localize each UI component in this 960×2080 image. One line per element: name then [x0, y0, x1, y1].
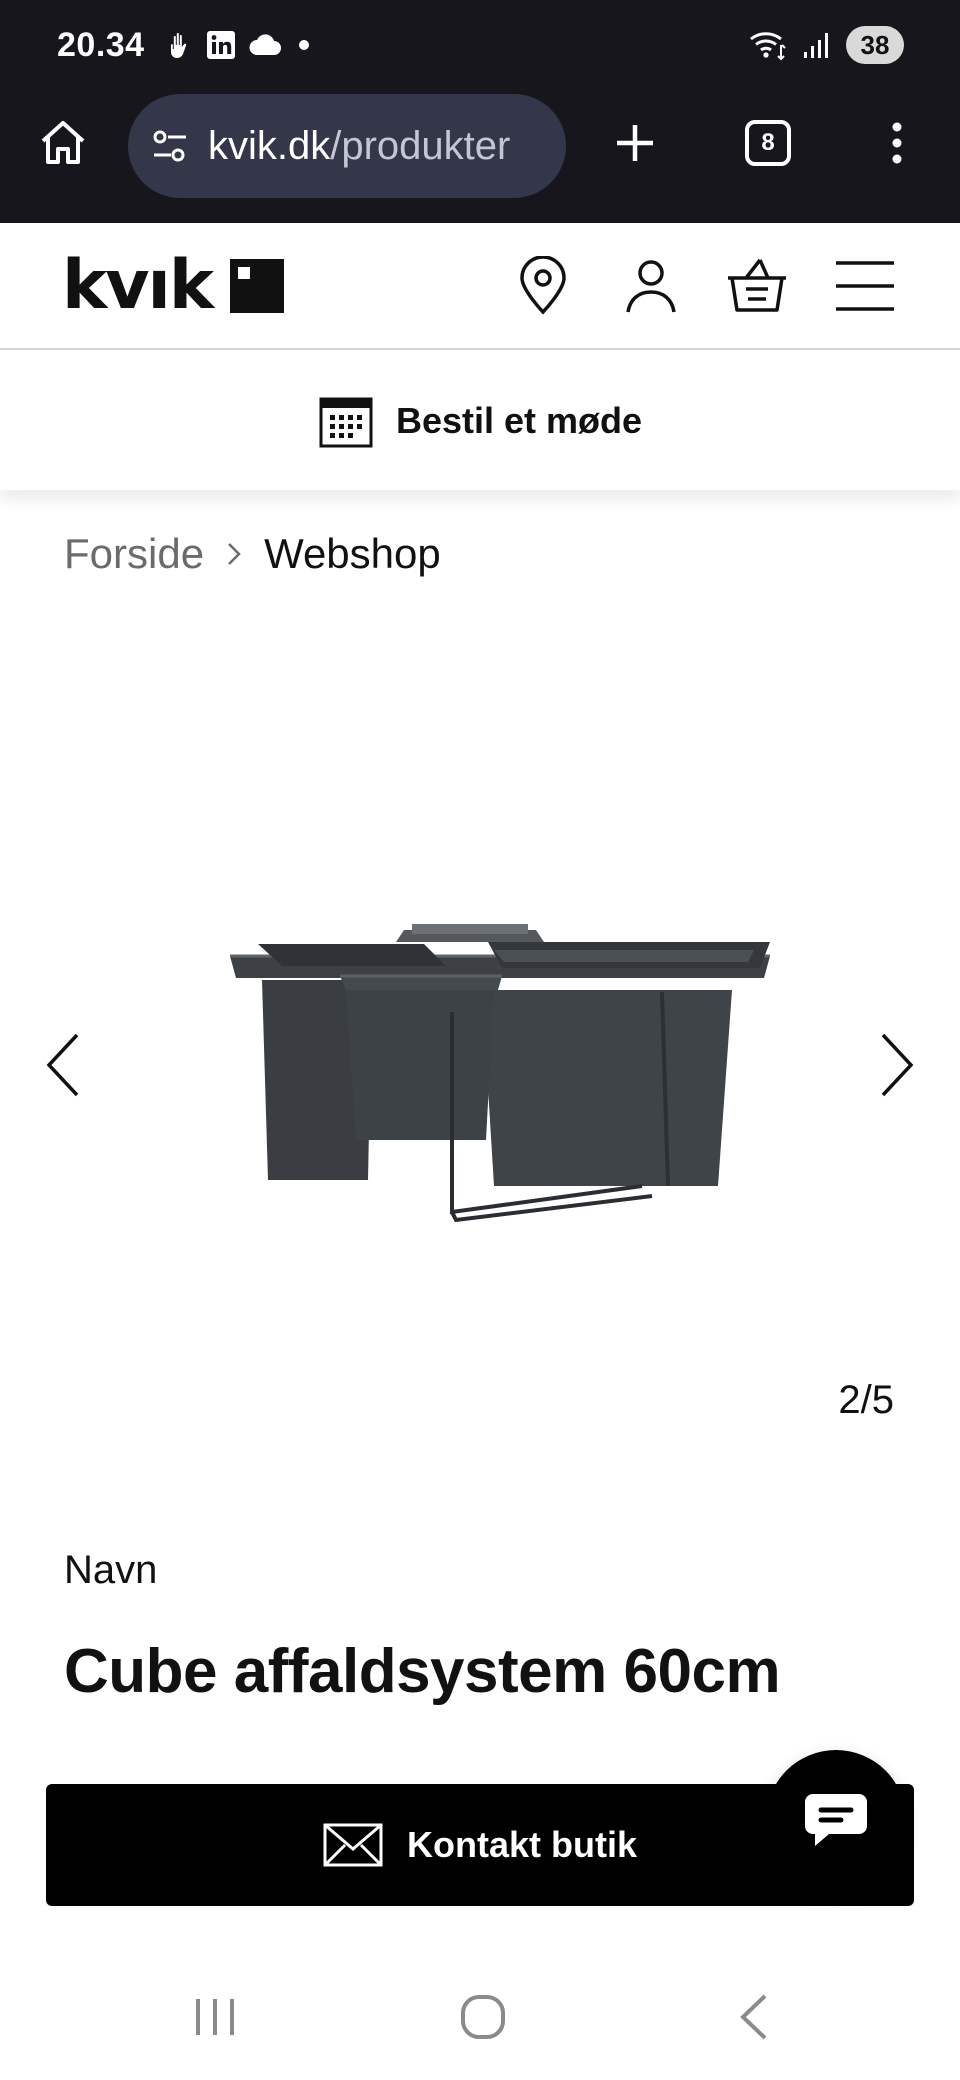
recents-icon — [196, 1999, 234, 2035]
logo-square — [230, 259, 285, 313]
system-nav-bar — [0, 1952, 960, 2080]
hamburger-menu-icon — [836, 261, 894, 311]
kvik-logo[interactable]: kvık — [62, 246, 285, 325]
calendar-icon — [319, 397, 373, 447]
hand-icon — [171, 33, 187, 58]
book-meeting-button[interactable]: Bestil et møde — [0, 351, 960, 490]
signal-icon — [804, 33, 828, 58]
browser-chrome: 20.34 38 kvik.dk/produkter 8 — [0, 0, 960, 223]
chevron-left-icon — [46, 1033, 79, 1097]
product-name-label: Navn — [64, 1548, 158, 1592]
screen: 20.34 38 kvik.dk/produkter 8 kvık Bestil… — [0, 0, 960, 2080]
browser-toolbar: kvik.dk/produkter 8 — [0, 92, 960, 223]
status-time: 20.34 — [57, 26, 145, 64]
home-nav-button[interactable] — [438, 1982, 528, 2052]
new-tab-button[interactable] — [600, 108, 670, 178]
logo-text: kvık — [62, 246, 214, 325]
account-button[interactable] — [616, 251, 686, 321]
recent-apps-button[interactable] — [170, 1982, 260, 2052]
location-pin-icon — [520, 256, 566, 315]
chevron-right-icon — [226, 541, 242, 567]
product-image[interactable] — [222, 910, 774, 1250]
home-icon — [41, 121, 85, 164]
gallery-counter: 2/5 — [838, 1378, 894, 1422]
wifi-icon — [750, 32, 786, 61]
book-meeting-label: Bestil et møde — [395, 399, 643, 441]
chat-icon — [805, 1794, 867, 1846]
chat-button[interactable] — [766, 1750, 906, 1890]
product-gallery: 2/5 — [0, 600, 960, 1440]
home-button[interactable] — [28, 108, 98, 178]
url-text: kvik.dk/produkter — [208, 124, 510, 169]
url-host: kvik.dk — [208, 123, 331, 168]
gallery-next-button[interactable] — [862, 1020, 932, 1110]
chevron-right-icon — [881, 1033, 914, 1097]
browser-menu-button[interactable] — [862, 108, 932, 178]
breadcrumb-current[interactable]: Webshop — [264, 530, 441, 578]
store-locator-button[interactable] — [508, 251, 578, 321]
envelope-icon — [323, 1823, 383, 1867]
tab-switcher-button[interactable]: 8 — [733, 108, 803, 178]
system-indicators: 38 — [748, 26, 904, 64]
more-vertical-icon — [892, 122, 902, 164]
status-bar: 20.34 38 — [0, 0, 960, 92]
product-title: Cube affaldsystem 60cm — [64, 1637, 781, 1706]
linkedin-icon — [207, 31, 235, 59]
address-bar[interactable]: kvik.dk/produkter — [128, 94, 566, 198]
back-icon — [740, 1994, 767, 2040]
site-header: kvık — [0, 223, 960, 350]
main-menu-button[interactable] — [830, 251, 900, 321]
cloud-icon — [249, 34, 281, 55]
breadcrumb: Forside Webshop — [64, 530, 441, 578]
basket-button[interactable] — [722, 251, 792, 321]
gallery-prev-button[interactable] — [28, 1020, 98, 1110]
basket-icon — [728, 258, 786, 312]
plus-icon — [617, 125, 653, 161]
battery-indicator: 38 — [846, 26, 904, 64]
site-settings-icon[interactable] — [150, 128, 190, 164]
home-circle-icon — [461, 1995, 505, 2039]
contact-store-label: Kontakt butik — [407, 1824, 637, 1865]
url-path: /produkter — [330, 123, 511, 168]
tab-count: 8 — [745, 120, 791, 166]
dot-icon — [299, 40, 309, 50]
breadcrumb-home-link[interactable]: Forside — [64, 530, 204, 578]
notification-icons — [168, 30, 314, 60]
account-icon — [626, 260, 676, 313]
back-nav-button[interactable] — [708, 1982, 798, 2052]
